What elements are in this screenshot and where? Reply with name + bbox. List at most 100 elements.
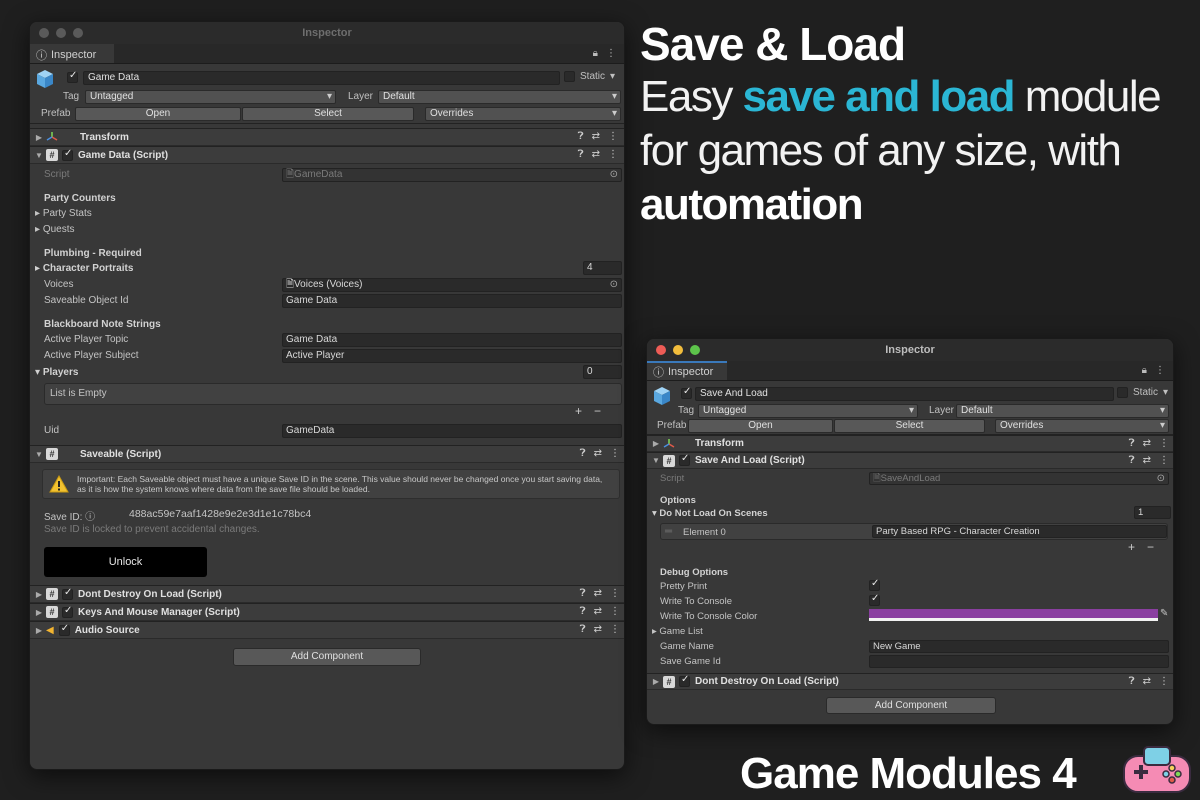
add-element-icon[interactable]: + [575,404,582,418]
more-icon[interactable]: ⋮ [610,588,620,599]
component-dont-destroy[interactable]: ▶ # Dont Destroy On Load (Script) ❓︎⇄⋮ [30,585,624,603]
write-console-checkbox[interactable] [869,593,880,606]
more-icon[interactable]: ⋮ [608,131,618,142]
component-audio-source[interactable]: ▶ ◀︎ Audio Source ❓︎⇄⋮ [30,621,624,639]
prefab-select-button[interactable]: Select [834,419,985,433]
preset-icon[interactable]: ⇄ [1143,676,1151,687]
titlebar[interactable]: Inspector [647,339,1173,361]
prefab-open-button[interactable]: Open [75,107,241,121]
more-icon[interactable]: ⋮ [1159,455,1169,466]
prefab-open-button[interactable]: Open [688,419,833,433]
component-enabled-checkbox[interactable] [62,587,73,600]
static-toggle[interactable]: Static ▾ [1117,387,1168,398]
component-transform[interactable]: ▶ Transform ❓︎ ⇄ ⋮ [647,435,1173,452]
zoom-dot[interactable] [73,28,83,38]
script-field[interactable]: 🗎︎SaveAndLoad ⊙ [869,472,1169,485]
help-icon[interactable]: ❓︎ [1129,676,1135,687]
help-icon[interactable]: ❓︎ [578,131,584,142]
component-keys-mouse[interactable]: ▶ # Keys And Mouse Manager (Script) ❓︎⇄⋮ [30,603,624,621]
help-icon[interactable]: ❓︎ [580,448,586,459]
more-icon[interactable]: ⋮ [1155,365,1165,376]
tab-inspector[interactable]: ⓘ Inspector [647,361,728,380]
component-enabled-checkbox[interactable] [679,453,690,466]
active-checkbox[interactable] [681,386,692,399]
lock-icon[interactable]: 🔒︎ [593,48,598,59]
object-picker-icon[interactable]: ⊙ [1157,473,1165,484]
help-icon[interactable]: ❓︎ [1129,438,1135,449]
more-icon[interactable]: ⋮ [1159,438,1169,449]
pretty-print-checkbox[interactable] [869,578,880,591]
foldout-game-list[interactable]: ▸ Game List [652,626,703,637]
add-component-button[interactable]: Add Component [826,697,996,714]
active-topic-field[interactable]: Game Data [282,333,622,347]
preset-icon[interactable]: ⇄ [594,606,602,617]
saveable-id-field[interactable]: Game Data [282,294,622,308]
static-toggle[interactable]: Static ▾ [564,71,615,82]
preset-icon[interactable]: ⇄ [594,588,602,599]
eyedropper-icon[interactable]: ✎ [1160,608,1168,619]
lock-icon[interactable]: 🔒︎ [1142,365,1147,376]
more-icon[interactable]: ⋮ [610,448,620,459]
foldout-do-not-load[interactable]: ▾ Do Not Load On Scenes [652,508,768,519]
object-picker-icon[interactable]: ⊙ [610,279,618,291]
tag-dropdown[interactable]: Untagged [698,404,918,418]
close-dot[interactable] [656,345,666,355]
game-name-field[interactable]: New Game [869,640,1169,653]
close-dot[interactable] [39,28,49,38]
active-subject-field[interactable]: Active Player [282,349,622,363]
object-name-field[interactable]: Game Data [83,71,560,85]
preset-icon[interactable]: ⇄ [594,624,602,635]
players-count[interactable]: 0 [583,365,622,379]
unlock-button[interactable]: Unlock [44,547,207,577]
preset-icon[interactable]: ⇄ [1143,438,1151,449]
help-icon[interactable]: ❓︎ [580,588,586,599]
component-enabled-checkbox[interactable] [58,623,70,636]
element0-field[interactable]: Party Based RPG - Character Creation [872,525,1167,538]
foldout-players[interactable]: ▾ Players [35,367,78,378]
layer-dropdown[interactable]: Default [956,404,1169,418]
add-element-icon[interactable]: + [1128,540,1135,554]
console-color-swatch[interactable] [869,609,1158,621]
foldout-party-stats[interactable]: ▸ Party Stats [35,208,92,219]
foldout-character-portraits[interactable]: ▸ Character Portraits [35,263,133,274]
component-enabled-checkbox[interactable] [62,148,73,161]
more-icon[interactable]: ⋮ [608,149,618,160]
help-icon[interactable]: ❓︎ [580,624,586,635]
drag-handle-icon[interactable]: ═ [665,526,672,537]
preset-icon[interactable]: ⇄ [594,448,602,459]
save-game-id-field[interactable] [869,655,1169,668]
voices-field[interactable]: 🗎︎Voices (Voices) ⊙ [282,278,622,292]
object-picker-icon[interactable]: ⊙ [610,169,618,181]
more-icon[interactable]: ⋮ [610,624,620,635]
more-icon[interactable]: ⋮ [606,48,616,59]
object-name-field[interactable]: Save And Load [695,387,1114,401]
do-not-load-count[interactable]: 1 [1134,506,1171,519]
character-portraits-count[interactable]: 4 [583,261,622,275]
foldout-quests[interactable]: ▸ Quests [35,224,75,235]
tab-inspector[interactable]: ⓘ Inspector [30,44,115,63]
more-icon[interactable]: ⋮ [1159,676,1169,687]
help-icon[interactable]: ❓︎ [1129,455,1135,466]
component-saveable[interactable]: ▼ # Saveable (Script) ❓︎ ⇄ ⋮ [30,445,624,463]
titlebar[interactable]: Inspector [30,22,624,44]
zoom-dot[interactable] [690,345,700,355]
component-transform[interactable]: ▶ Transform ❓︎ ⇄ ⋮ [30,128,624,146]
uid-field[interactable]: GameData [282,424,622,438]
more-icon[interactable]: ⋮ [610,606,620,617]
preset-icon[interactable]: ⇄ [592,149,600,160]
overrides-dropdown[interactable]: Overrides [425,107,621,121]
help-icon[interactable]: ❓︎ [580,606,586,617]
active-checkbox[interactable] [67,70,78,83]
remove-element-icon[interactable]: − [1147,540,1154,554]
minimize-dot[interactable] [56,28,66,38]
component-dont-destroy[interactable]: ▶ # Dont Destroy On Load (Script) ❓︎⇄⋮ [647,673,1173,690]
preset-icon[interactable]: ⇄ [592,131,600,142]
help-icon[interactable]: ❓︎ [578,149,584,160]
component-enabled-checkbox[interactable] [679,674,690,687]
component-game-data[interactable]: ▼ # Game Data (Script) ❓︎⇄⋮ [30,146,624,164]
add-component-button[interactable]: Add Component [233,648,421,666]
component-save-and-load[interactable]: ▼ # Save And Load (Script) ❓︎⇄⋮ [647,452,1173,469]
overrides-dropdown[interactable]: Overrides [995,419,1169,433]
script-field[interactable]: 🗎︎GameData ⊙ [282,168,622,182]
minimize-dot[interactable] [673,345,683,355]
